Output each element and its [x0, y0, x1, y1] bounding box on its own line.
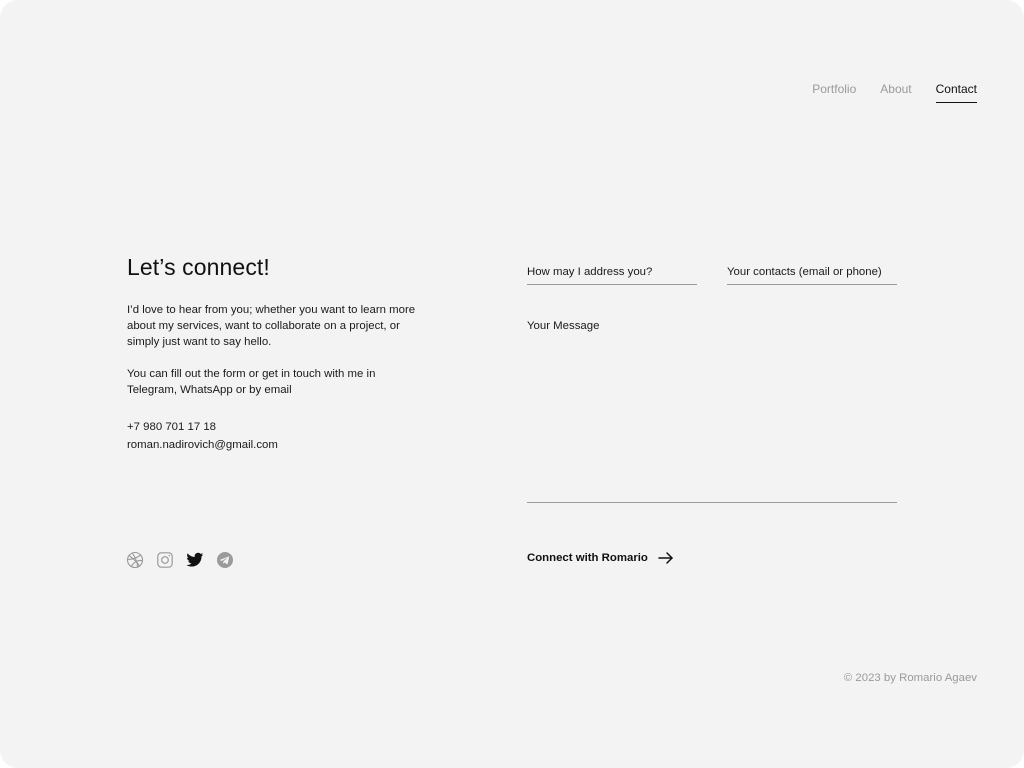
contact-hint-paragraph: You can fill out the form or get in touc…: [127, 368, 376, 396]
dribbble-icon[interactable]: [126, 551, 144, 569]
contacts-field-wrapper: [727, 262, 897, 285]
phone-number[interactable]: +7 980 701 17 18: [127, 421, 216, 433]
top-nav: Portfolio About Contact: [812, 82, 977, 103]
nav-contact[interactable]: Contact: [935, 82, 977, 103]
contacts-input[interactable]: [727, 266, 897, 278]
social-links: [126, 551, 234, 569]
contact-page: Portfolio About Contact Let’s connect! I…: [0, 0, 1024, 768]
email-address[interactable]: roman.nadirovich@gmail.com: [127, 439, 278, 451]
nav-portfolio[interactable]: Portfolio: [812, 82, 856, 103]
nav-about[interactable]: About: [880, 82, 911, 103]
arrow-right-icon: [658, 551, 674, 565]
page-title: Let’s connect!: [127, 254, 270, 280]
message-textarea[interactable]: [527, 320, 897, 502]
name-input[interactable]: [527, 266, 697, 278]
connect-button-label: Connect with Romario: [527, 552, 648, 564]
connect-button[interactable]: Connect with Romario: [527, 551, 674, 565]
name-field-wrapper: [527, 262, 697, 285]
telegram-icon[interactable]: [216, 551, 234, 569]
intro-paragraph: I’d love to hear from you; whether you w…: [127, 304, 416, 348]
copyright-text: © 2023 by Romario Agaev: [843, 672, 977, 684]
message-field-wrapper: [527, 320, 897, 503]
instagram-icon[interactable]: [156, 551, 174, 569]
twitter-icon[interactable]: [186, 551, 204, 569]
